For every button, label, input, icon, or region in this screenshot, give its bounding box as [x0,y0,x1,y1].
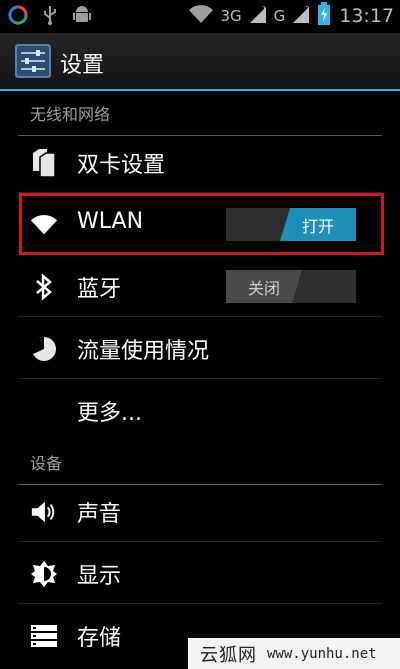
settings-sliders-icon[interactable] [14,43,52,79]
sim-cards-icon [30,149,58,177]
settings-item-more[interactable]: 更多... [0,379,400,441]
clock: 13:17 [339,5,394,27]
bluetooth-toggle[interactable]: 关闭 [226,270,356,303]
watermark-brand: 云狐网 [200,644,257,666]
settings-item-bluetooth-label: 蓝牙 [77,277,122,302]
settings-item-data-usage-label: 流量使用情况 [77,339,210,364]
network-g-label: G [273,7,286,25]
data-usage-icon [30,335,58,363]
settings-item-dual-sim-label: 双卡设置 [77,153,166,178]
settings-item-bluetooth[interactable]: 蓝牙 关闭 [0,255,400,317]
page-title: 设置 [60,53,105,78]
bluetooth-toggle-state: 关闭 [226,270,302,303]
cell-signal-1-icon: 1 [248,3,268,29]
network-3g-label: 3G [220,7,242,25]
settings-item-sound-label: 声音 [77,502,122,527]
action-bar: 设置 [0,33,400,91]
storage-icon [30,622,58,650]
settings-item-more-label: 更多... [77,401,142,426]
sync-icon [8,5,28,29]
section-header-wireless-label: 无线和网络 [30,105,111,124]
svg-text:1: 1 [262,5,266,13]
android-debug-icon [72,4,92,30]
brightness-icon [30,560,58,588]
cell-signal-2-icon: 2 [291,3,311,29]
settings-item-data-usage[interactable]: 流量使用情况 [0,317,400,379]
settings-item-display[interactable]: 显示 [0,542,400,604]
highlight-box [19,193,384,255]
speaker-icon [30,498,58,526]
settings-item-display-label: 显示 [77,564,122,589]
svg-text:2: 2 [305,5,309,13]
bluetooth-icon [30,273,58,301]
settings-item-dual-sim[interactable]: 双卡设置 [0,131,400,193]
status-bar: 3G 1 G 2 13:17 [0,0,400,33]
settings-item-sound[interactable]: 声音 [0,480,400,542]
usb-icon [42,4,58,30]
settings-item-storage-label: 存储 [77,626,122,651]
watermark-url: www.yunhu.net [267,645,377,662]
watermark: 云狐网 www.yunhu.net [188,638,400,669]
wifi-signal-icon [188,4,214,28]
section-header-device-label: 设备 [30,454,63,473]
battery-charging-icon [317,2,331,30]
